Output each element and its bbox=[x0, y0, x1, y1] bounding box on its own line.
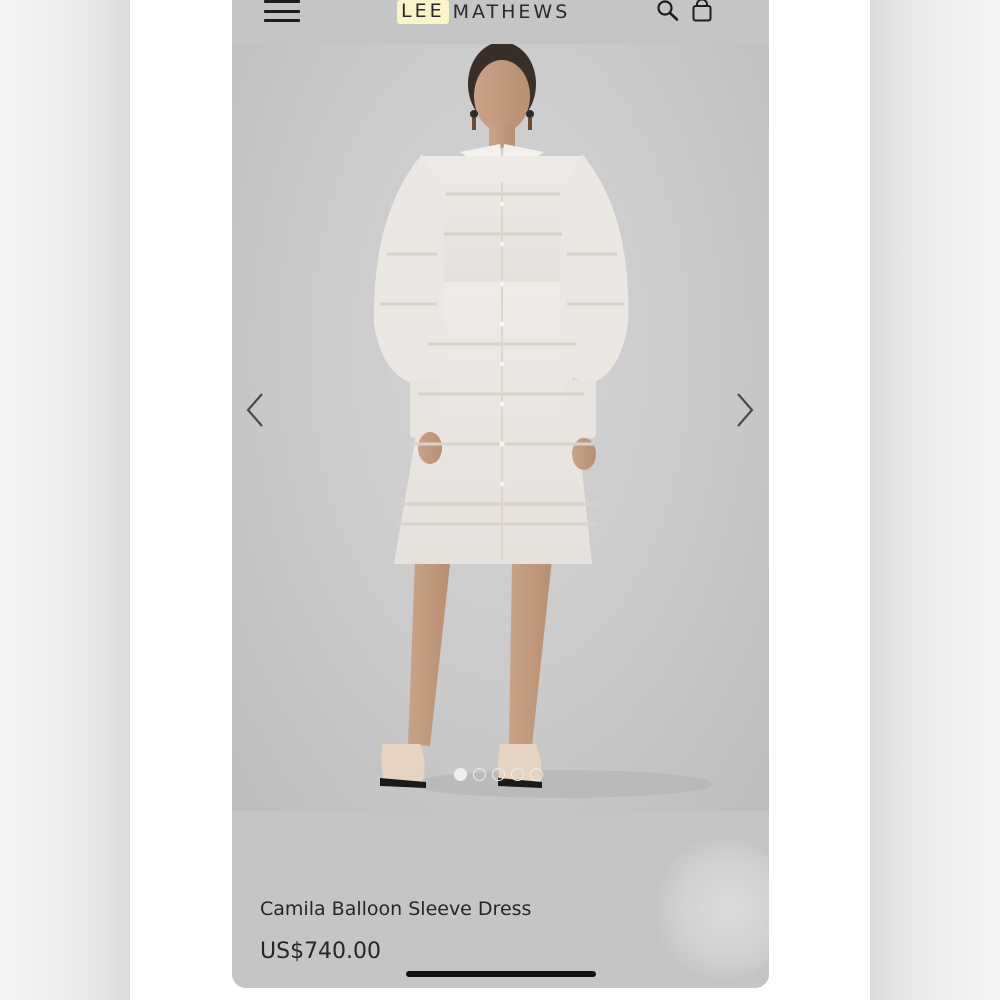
brand-logo[interactable]: LEE MATHEWS bbox=[397, 0, 570, 24]
brand-logo-highlight: LEE bbox=[397, 0, 449, 24]
gallery-dot[interactable] bbox=[454, 768, 467, 781]
home-indicator[interactable] bbox=[406, 971, 596, 977]
gallery-dot[interactable] bbox=[511, 768, 524, 781]
gallery-pagination bbox=[454, 768, 543, 781]
phone-screen: LEE MATHEWS Camila Balloon Sleeve Dress … bbox=[232, 0, 769, 988]
hamburger-menu-icon[interactable] bbox=[264, 0, 300, 22]
chevron-right-icon[interactable] bbox=[732, 392, 756, 428]
product-info: Camila Balloon Sleeve Dress US$740.00 bbox=[232, 811, 769, 988]
right-backdrop bbox=[870, 0, 1000, 1000]
left-backdrop bbox=[0, 0, 130, 1000]
gallery-dot[interactable] bbox=[473, 768, 486, 781]
product-name[interactable]: Camila Balloon Sleeve Dress bbox=[260, 898, 531, 920]
product-thumbnail-overlay bbox=[652, 839, 769, 979]
product-photo bbox=[373, 44, 712, 798]
product-image-gallery[interactable] bbox=[232, 44, 769, 811]
brand-logo-text: MATHEWS bbox=[452, 1, 571, 23]
gallery-dot[interactable] bbox=[530, 768, 543, 781]
site-header: LEE MATHEWS bbox=[232, 0, 769, 44]
chevron-left-icon[interactable] bbox=[244, 392, 268, 428]
shopping-bag-icon[interactable] bbox=[690, 0, 714, 24]
search-icon[interactable] bbox=[656, 0, 680, 24]
gallery-dot[interactable] bbox=[492, 768, 505, 781]
product-price: US$740.00 bbox=[260, 939, 382, 964]
